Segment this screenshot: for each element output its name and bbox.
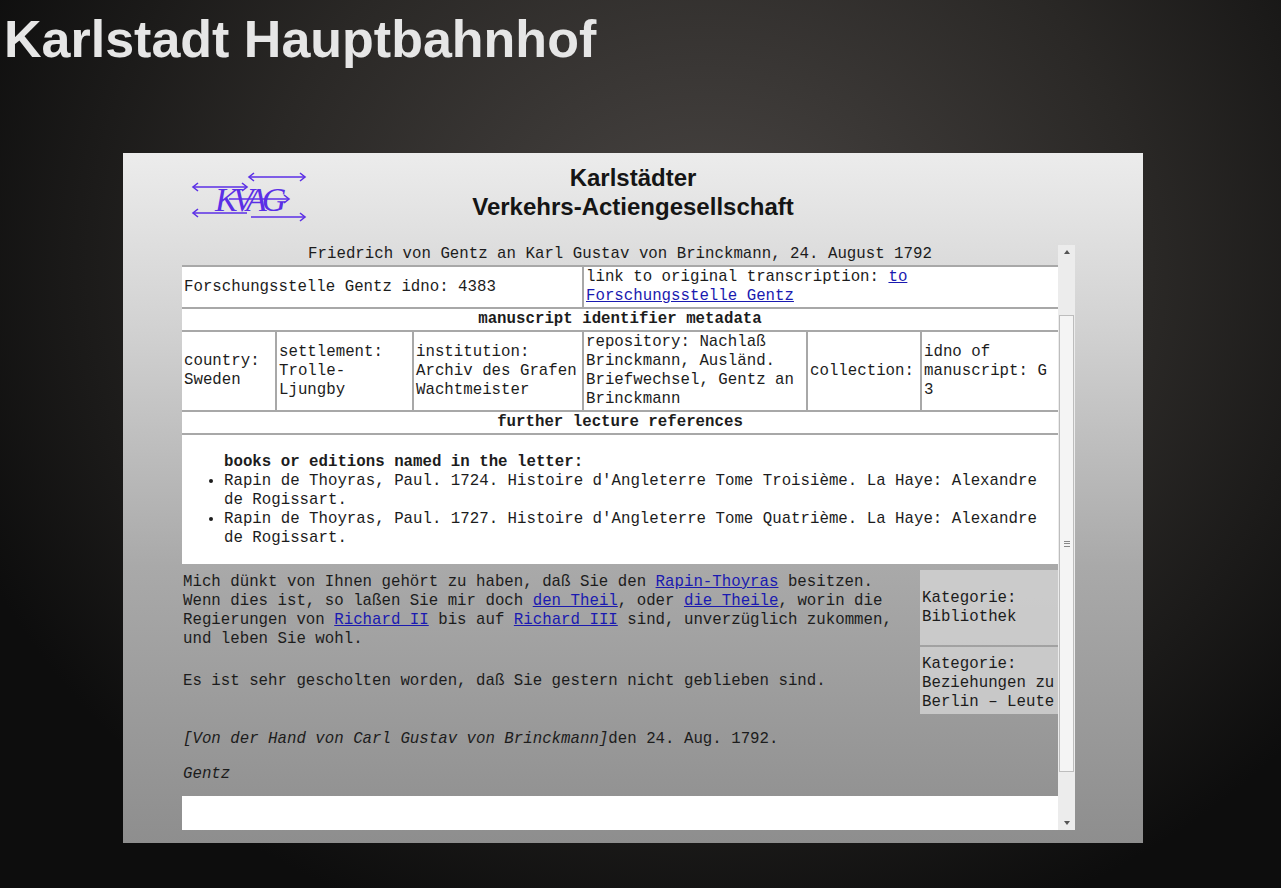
letter-paragraph: Es ist sehr gescholten worden, daß Sie g… [183, 672, 910, 691]
signature: Gentz [183, 765, 910, 784]
metadata-cell: idno of manuscript: G 3 [922, 332, 1058, 410]
metadata-cell: repository: Nachlaß Brinckmann, Ausländ.… [584, 332, 806, 410]
letter-caption: Friedrich von Gentz an Karl Gustav von B… [182, 245, 1058, 265]
hand-note-text: [Von der Hand von Carl Gustav von Brinck… [183, 730, 608, 748]
letter-date: den 24. Aug. 1792. [608, 730, 778, 748]
info-panel: KVAGKarlstädterVerkehrs-Actiengesellscha… [123, 153, 1143, 843]
references-heading-row: further lecture references [182, 412, 1058, 435]
book-item: Rapin de Thoyras, Paul. 1724. Histoire d… [224, 472, 1056, 510]
up-arrow-icon [1064, 250, 1070, 254]
idno-cell: Forschungsstelle Gentz idno: 4383 [182, 267, 582, 307]
books-list: Rapin de Thoyras, Paul. 1724. Histoire d… [184, 472, 1056, 548]
scroll-up-button[interactable] [1058, 245, 1075, 259]
letter-paragraph: Mich dünkt von Ihnen gehört zu haben, da… [183, 573, 910, 649]
letter-view: Friedrich von Gentz an Karl Gustav von B… [182, 245, 1058, 830]
metadata-heading-row: manuscript identifier metadata [182, 309, 1058, 332]
person-link[interactable]: den Theil [533, 592, 618, 610]
books-block: books or editions named in the letter:Ra… [182, 435, 1058, 564]
books-heading: books or editions named in the letter: [184, 453, 1056, 472]
metadata-heading: manuscript identifier metadata [182, 309, 1058, 330]
id-row: Forschungsstelle Gentz idno: 4383link to… [182, 265, 1058, 309]
header-title-line: Verkehrs-Actiengesellschaft [123, 192, 1143, 221]
metadata-cell: institution: Archiv des Grafen Wachtmeis… [414, 332, 582, 410]
category-column: Kategorie: BibliothekKategorie: Beziehun… [920, 570, 1058, 784]
link-cell-text: link to original transcription: to Forsc… [586, 268, 1056, 306]
metadata-cell: country: Sweden [182, 332, 275, 410]
link-label: link to original transcription: [586, 268, 888, 286]
paragraph-text: , oder [618, 592, 684, 610]
category-box: Kategorie: Beziehungen zu Berlin – Leute [920, 647, 1058, 714]
scroll-down-button[interactable] [1058, 816, 1075, 830]
hand-note: [Von der Hand von Carl Gustav von Brinck… [183, 730, 910, 749]
down-arrow-icon [1064, 821, 1070, 825]
scrollbar[interactable] [1058, 245, 1075, 830]
category-box: Kategorie: Bibliothek [920, 570, 1058, 645]
letter-text: Mich dünkt von Ihnen gehört zu haben, da… [182, 570, 918, 784]
person-link[interactable]: Rapin-Thoyras [656, 573, 779, 591]
paragraph-text: Mich dünkt von Ihnen gehört zu haben, da… [183, 573, 656, 591]
references-heading: further lecture references [182, 412, 1058, 433]
metadata-cell: collection: [808, 332, 920, 410]
paragraph-text: Es ist sehr gescholten worden, daß Sie g… [183, 672, 826, 690]
metadata-row: country: Swedensettlement: Trolle-Ljungb… [182, 332, 1058, 412]
grip-icon [1064, 541, 1070, 547]
panel-header: KVAGKarlstädterVerkehrs-Actiengesellscha… [123, 153, 1143, 245]
header-title: KarlstädterVerkehrs-Actiengesellschaft [123, 163, 1143, 221]
person-link[interactable]: Richard II [334, 611, 429, 629]
header-title-line: Karlstädter [123, 163, 1143, 192]
scroll-track[interactable] [1058, 259, 1075, 816]
blank-area [182, 796, 1058, 830]
person-link[interactable]: die Theile [684, 592, 779, 610]
logo-text: KVAG [214, 181, 286, 218]
paragraph-text: bis auf [429, 611, 514, 629]
letter-body: Mich dünkt von Ihnen gehört zu haben, da… [182, 564, 1058, 784]
letter-frame: Friedrich von Gentz an Karl Gustav von B… [182, 245, 1075, 830]
company-logo-icon: KVAG [189, 169, 309, 229]
link-cell: link to original transcription: to Forsc… [584, 267, 1058, 307]
page-title: Karlstadt Hauptbahnhof [0, 0, 1281, 72]
book-item: Rapin de Thoyras, Paul. 1727. Histoire d… [224, 510, 1056, 548]
person-link[interactable]: Richard III [514, 611, 618, 629]
metadata-cell: settlement: Trolle-Ljungby [277, 332, 412, 410]
scroll-thumb[interactable] [1059, 315, 1074, 772]
